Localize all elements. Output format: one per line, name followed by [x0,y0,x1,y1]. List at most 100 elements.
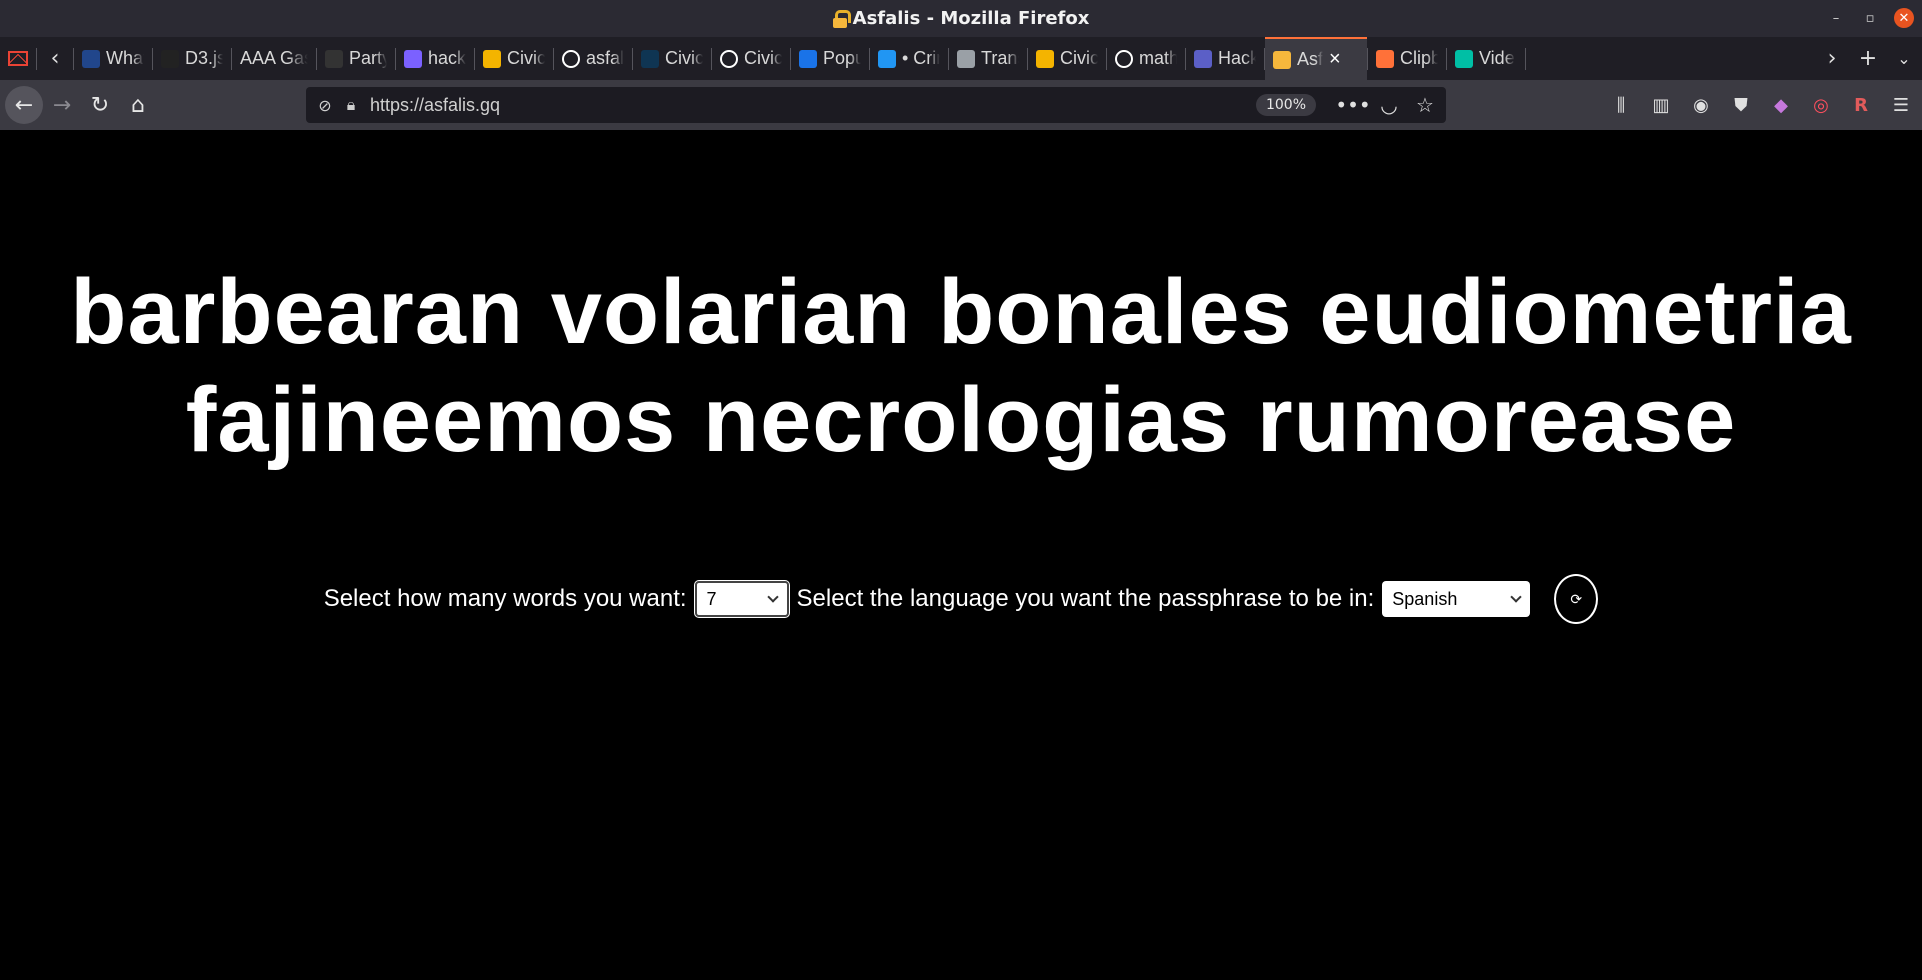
pocket-icon[interactable]: ◡ [1378,91,1400,119]
tab-label: Civic [1060,48,1098,68]
window-title: Asfalis - Mozilla Firefox [832,8,1090,29]
tab-label: Trans [981,48,1019,68]
tab-label: asfal [586,48,624,68]
browser-tab[interactable]: What [74,37,152,80]
new-tab-button[interactable]: + [1850,37,1886,80]
book-icon [957,49,975,68]
reload-button[interactable]: ↻ [81,86,119,124]
url-text[interactable]: https://asfalis.gq [370,95,500,116]
browser-tab[interactable]: D3.js [153,37,231,80]
lock-icon [832,9,851,28]
close-window-button[interactable]: ✕ [1894,8,1914,28]
tracking-protection-icon[interactable]: ⊘ [312,92,338,118]
browser-tab[interactable]: asfal [554,37,632,80]
browser-tab[interactable]: Civic [633,37,711,80]
d3-icon [161,49,179,68]
tab-label: AAA Gas [240,48,308,68]
forward-button[interactable]: → [43,86,81,124]
tab-label: Asf [1297,49,1324,69]
chevron-down-icon [766,591,779,603]
regenerate-button[interactable]: ⟳ [1554,574,1599,624]
passphrase-line-2: fajineemos necrologias rumorease [185,369,1737,471]
toolbar-icons: ⫼ ▥ ◉ ⛊ ◆ ◎ R ☰ [1606,88,1916,122]
slides-icon [1036,49,1054,68]
tab-label: What [106,48,144,68]
r-extension-icon[interactable]: R [1846,88,1876,122]
docs-icon [1194,49,1212,68]
browser-tab[interactable]: math [1107,37,1185,80]
refresh-icon: ⟳ [1570,590,1583,607]
slides-icon [483,49,501,68]
page-actions-icon[interactable]: ••• [1335,91,1370,119]
tab-label: Civic [665,48,703,68]
browser-tab[interactable]: Popu [791,37,869,80]
close-tab-icon[interactable]: × [1329,48,1341,71]
browser-tab[interactable]: Party [317,37,395,80]
tab-active[interactable]: Asf × [1265,37,1367,80]
url-actions: ••• ◡ ☆ [1335,91,1436,119]
scroll-tabs-left-button[interactable]: ‹ [37,37,73,80]
menu-icon[interactable]: ☰ [1886,88,1916,122]
language-label: Select the language you want the passphr… [796,585,1375,612]
maximize-button[interactable]: ▫ [1860,8,1880,28]
tab-label: Hack [1218,48,1256,68]
browser-tab[interactable]: Hack [1186,37,1264,80]
browser-tab[interactable]: Civic [712,37,790,80]
lock-icon [1273,50,1291,69]
browser-tab[interactable]: Clipb [1368,37,1446,80]
record-icon [404,49,422,68]
url-bar[interactable]: ⊘ 🔒︎ https://asfalis.gq 100% ••• ◡ ☆ [306,87,1446,123]
account-icon[interactable]: ◉ [1686,88,1716,122]
tab-list: What D3.js AAA Gas Party hack Civic asfal Civic… [74,37,1814,80]
zoom-indicator[interactable]: 100% [1255,94,1316,116]
browser-tab[interactable]: Vide [1447,37,1525,80]
tab-label: D3.js [185,48,223,68]
gmail-pinned-tab[interactable] [0,37,36,80]
tab-strip: ‹ What D3.js AAA Gas Party hack Civic asfal Civ… [0,37,1922,80]
window-title-text: Asfalis - Mozilla Firefox [852,8,1090,29]
github-icon [562,49,580,68]
flag-icon [82,49,100,68]
navigation-toolbar: ← → ↻ ⌂ ⊘ 🔒︎ https://asfalis.gq 100% •••… [0,80,1922,130]
tab-label: hack [428,48,466,68]
home-button[interactable]: ⌂ [119,86,157,124]
tab-label: Clipb [1400,48,1438,68]
back-button[interactable]: ← [5,86,43,124]
window-controls: – ▫ ✕ [1826,8,1914,28]
browser-tab[interactable]: Civic [1028,37,1106,80]
language-value: Spanish [1392,588,1458,609]
record-extension-icon[interactable]: ◎ [1806,88,1836,122]
browser-tab[interactable]: • Crin [870,37,948,80]
site-lock-icon[interactable]: 🔒︎ [338,92,364,118]
k-icon [799,49,817,68]
tab-label: Popu [823,48,861,68]
ublock-icon[interactable]: ⛊ [1726,88,1756,122]
list-all-tabs-button[interactable]: ⌄ [1886,37,1922,80]
passphrase-display: barbearan volarian bonales eudiometria f… [0,258,1922,474]
words-count-select[interactable]: 7 [693,580,790,618]
spinner-icon [325,49,343,68]
tab-separator [1525,47,1526,70]
browser-tab[interactable]: Civic [475,37,553,80]
sidebar-icon[interactable]: ▥ [1646,88,1676,122]
passphrase-controls: Select how many words you want: 7 Select… [0,574,1922,624]
bookmark-star-icon[interactable]: ☆ [1414,91,1436,119]
browser-tab[interactable]: Trans [949,37,1027,80]
tab-label: Party [349,48,387,68]
tab-label: Civic [507,48,545,68]
w3-icon [1376,49,1394,68]
browser-tab[interactable]: hack [396,37,474,80]
words-count-label: Select how many words you want: [323,585,687,612]
puzzle-icon [1455,49,1473,68]
window-titlebar: Asfalis - Mozilla Firefox – ▫ ✕ [0,0,1922,37]
language-select[interactable]: Spanish [1382,581,1531,617]
extension-pin-icon[interactable]: ◆ [1766,88,1796,122]
tab-label: • Crin [902,48,940,68]
chevron-down-icon [1510,591,1522,603]
passphrase-line-1: barbearan volarian bonales eudiometria [70,261,1852,363]
scroll-tabs-right-button[interactable]: › [1814,37,1850,80]
browser-tab[interactable]: AAA Gas [232,37,316,80]
minimize-button[interactable]: – [1826,8,1846,28]
tab-label: Civic [744,48,782,68]
library-icon[interactable]: ⫼ [1606,88,1636,122]
